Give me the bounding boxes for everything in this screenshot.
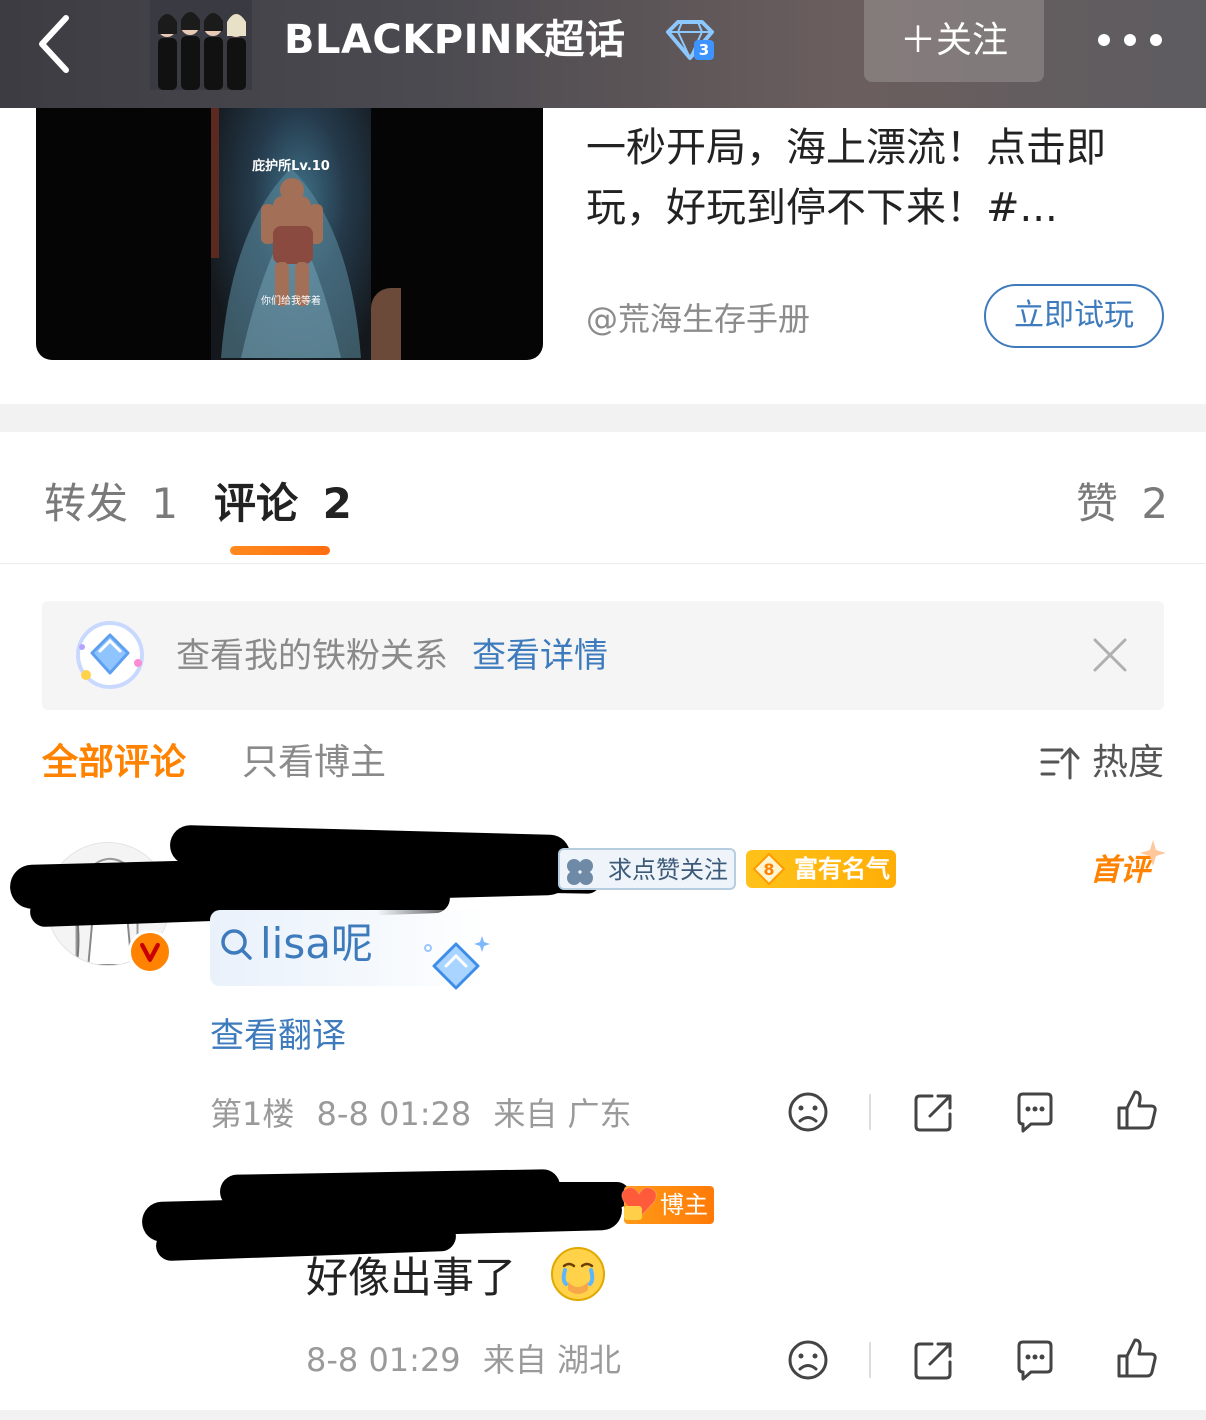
tab-comments[interactable]: 评论 2 <box>214 476 352 532</box>
fan-diamond-icon <box>72 617 148 693</box>
thumbs-up-icon <box>1117 1338 1157 1378</box>
sort-icon <box>1040 744 1080 782</box>
share-icon <box>914 1342 952 1380</box>
more-button[interactable] <box>1094 22 1166 58</box>
supertopic-avatar[interactable] <box>150 0 252 90</box>
fame-level-label: 富有名气 <box>794 855 890 883</box>
reply-location: 来自 湖北 <box>482 1341 622 1379</box>
reply-text: 好像出事了 <box>306 1253 517 1302</box>
tab-reposts[interactable]: 转发 1 <box>44 476 178 532</box>
try-now-button[interactable]: 立即试玩 <box>984 284 1164 348</box>
interaction-tabs: 转发 1 评论 2 赞 2 <box>0 432 1206 564</box>
ad-title[interactable]: 一秒开局，海上漂流！点击即玩，好玩到停不下来！#... <box>586 118 1166 238</box>
fan-banner-link[interactable]: 查看详情 <box>472 631 608 681</box>
sparkle-icon <box>1140 840 1166 866</box>
comment-bubble-icon <box>1017 1340 1053 1381</box>
level-number: 3 <box>699 41 709 59</box>
fame-level-number: 8 <box>763 860 774 879</box>
ad-video-thumbnail[interactable]: 庇护所Lv.10 你们给我等着 <box>36 108 543 360</box>
share-icon <box>914 1094 952 1132</box>
active-tab-indicator <box>230 546 330 555</box>
thumbs-up-icon <box>1117 1090 1157 1130</box>
tab-count: 2 <box>322 479 352 528</box>
tab-label: 赞 <box>1076 479 1119 528</box>
comment-time: 8-8 01:28 <box>316 1095 472 1133</box>
custom-badge-label: 求点赞关注 <box>608 856 728 884</box>
tab-count: 2 <box>1141 479 1169 528</box>
tab-likes[interactable]: 赞 2 <box>1076 476 1168 532</box>
clover-icon <box>562 854 598 888</box>
filter-owner-only[interactable]: 只看博主 <box>242 738 386 788</box>
fan-relationship-banner[interactable]: 查看我的铁粉关系 查看详情 <box>42 601 1164 710</box>
more-dots-icon <box>1098 34 1162 46</box>
reply-time: 8-8 01:29 <box>306 1341 461 1379</box>
redacted-reply-username-stroke <box>430 1182 630 1208</box>
tab-label: 评论 <box>214 479 299 528</box>
action-divider <box>869 1094 871 1130</box>
fame-level-badge[interactable]: 8 富有名气 <box>746 850 896 888</box>
blogger-tag: 博主 <box>621 1186 714 1224</box>
action-divider <box>869 1342 871 1378</box>
follow-button[interactable]: ＋关注 <box>864 0 1044 82</box>
group-photo-image <box>150 0 252 90</box>
comment-bubble-icon <box>1017 1092 1053 1133</box>
section-divider <box>0 404 1206 432</box>
diamond-sparkle-icon <box>420 934 490 994</box>
diamond-level-icon: 3 <box>664 18 716 62</box>
search-icon <box>218 922 254 966</box>
translate-link[interactable]: 查看翻译 <box>210 1012 346 1060</box>
verified-badge-icon <box>128 930 172 974</box>
supertopic-title[interactable]: BLACKPINK超话 <box>284 12 625 68</box>
frown-icon <box>788 1092 828 1132</box>
fan-banner-text: 查看我的铁粉关系 <box>176 636 448 676</box>
video-caption-bottom: 你们给我等着 <box>261 294 321 307</box>
frown-icon <box>788 1340 828 1380</box>
heart-badge-icon <box>620 1180 658 1224</box>
comment-location: 来自 广东 <box>493 1095 632 1133</box>
like-button[interactable] <box>1115 1088 1159 1132</box>
tab-label: 转发 <box>44 479 129 528</box>
dislike-button[interactable] <box>786 1338 830 1382</box>
blogger-tag-label: 博主 <box>660 1191 708 1219</box>
comment-meta: 第1楼 8-8 01:28 来自 广东 <box>210 1090 632 1138</box>
share-button[interactable] <box>912 1090 956 1134</box>
like-button[interactable] <box>1115 1336 1159 1380</box>
dislike-button[interactable] <box>786 1090 830 1134</box>
share-button[interactable] <box>912 1338 956 1382</box>
video-caption-top: 庇护所Lv.10 <box>252 158 330 174</box>
close-icon[interactable] <box>1092 637 1128 673</box>
reply-button[interactable] <box>1013 1090 1057 1134</box>
ad-source[interactable]: @荒海生存手册 <box>586 294 810 340</box>
video-side-decoration <box>371 288 401 360</box>
top-bar: BLACKPINK超话 3 ＋关注 <box>0 0 1206 108</box>
fame-level-icon: 8 <box>752 852 786 886</box>
bottom-divider <box>0 1410 1206 1420</box>
user-custom-badge[interactable]: 求点赞关注 <box>558 848 736 890</box>
back-button[interactable] <box>30 6 86 76</box>
crying-emoji-icon <box>550 1246 606 1302</box>
chevron-left-icon <box>39 15 69 73</box>
filter-all-comments[interactable]: 全部评论 <box>42 738 186 788</box>
comment-floor: 第1楼 <box>210 1095 295 1133</box>
sort-label: 热度 <box>1092 742 1165 783</box>
tab-count: 1 <box>151 479 179 528</box>
comment-search-text: lisa呢 <box>260 919 373 968</box>
ad-video-frame: 庇护所Lv.10 你们给我等着 <box>211 108 371 360</box>
reply-button[interactable] <box>1013 1338 1057 1382</box>
reply-meta: 8-8 01:29 来自 湖北 <box>306 1336 621 1384</box>
ad-card[interactable]: 庇护所Lv.10 你们给我等着 一秒开局，海上漂流！点击即玩，好玩到停不下来！#… <box>0 108 1206 404</box>
